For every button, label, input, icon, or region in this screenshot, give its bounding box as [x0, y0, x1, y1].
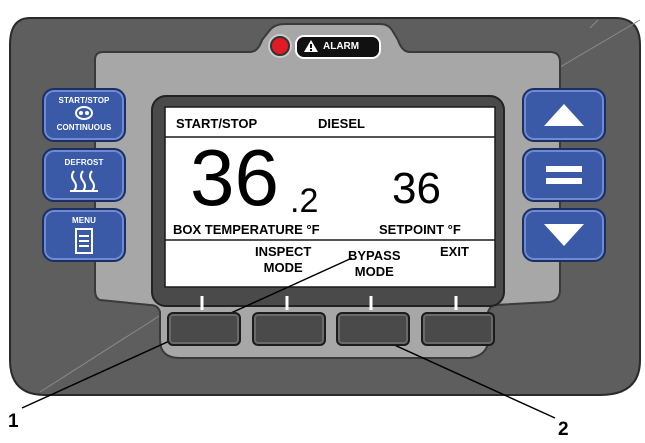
- status-engine: DIESEL: [318, 116, 365, 131]
- down-button[interactable]: [522, 208, 606, 262]
- softkey-label-exit: EXIT: [440, 244, 469, 259]
- down-arrow-icon: [544, 224, 584, 246]
- softkey-3[interactable]: [336, 312, 410, 346]
- defrost-label: DEFROST: [64, 158, 104, 167]
- continuous-label: CONTINUOUS: [56, 123, 112, 132]
- softkey-label-inspect-line1: INSPECT: [255, 244, 312, 259]
- up-arrow-icon: [544, 104, 584, 126]
- softkey-4[interactable]: [421, 312, 495, 346]
- continuous-icon: [75, 106, 93, 120]
- callout-2: 2: [558, 419, 569, 440]
- start-stop-label: START/STOP: [58, 96, 110, 105]
- alarm-badge: ALARM: [295, 35, 381, 59]
- menu-icon: [75, 228, 93, 254]
- equals-icon: [546, 166, 582, 184]
- setpoint-value: 36: [392, 164, 441, 213]
- alarm-led: [270, 36, 290, 56]
- callout-1: 1: [8, 411, 19, 432]
- softkey-label-inspect: INSPECT MODE: [255, 244, 311, 276]
- setpoint-label: SETPOINT °F: [379, 222, 461, 237]
- softkey-label-bypass-line2: MODE: [354, 264, 394, 279]
- softkey-label-bypass-line1: BYPASS: [348, 248, 401, 263]
- defrost-icon: [70, 170, 98, 192]
- status-mode: START/STOP: [176, 116, 258, 131]
- box-temperature-label: BOX TEMPERATURE °F: [173, 222, 320, 237]
- defrost-button[interactable]: DEFROST: [42, 148, 126, 202]
- softkey-label-inspect-line2: MODE: [263, 260, 303, 275]
- up-button[interactable]: [522, 88, 606, 142]
- start-stop-continuous-button[interactable]: START/STOP CONTINUOUS: [42, 88, 126, 142]
- softkey-label-bypass: BYPASS MODE: [348, 248, 401, 280]
- menu-button[interactable]: MENU: [42, 208, 126, 262]
- softkey-1[interactable]: [167, 312, 241, 346]
- alarm-label: ALARM: [323, 41, 360, 52]
- menu-label: MENU: [72, 216, 96, 225]
- box-temperature-value: 36: [190, 133, 279, 222]
- warning-icon: [304, 40, 318, 52]
- box-temperature-decimal: .2: [290, 182, 319, 220]
- select-button[interactable]: [522, 148, 606, 202]
- softkey-2[interactable]: [252, 312, 326, 346]
